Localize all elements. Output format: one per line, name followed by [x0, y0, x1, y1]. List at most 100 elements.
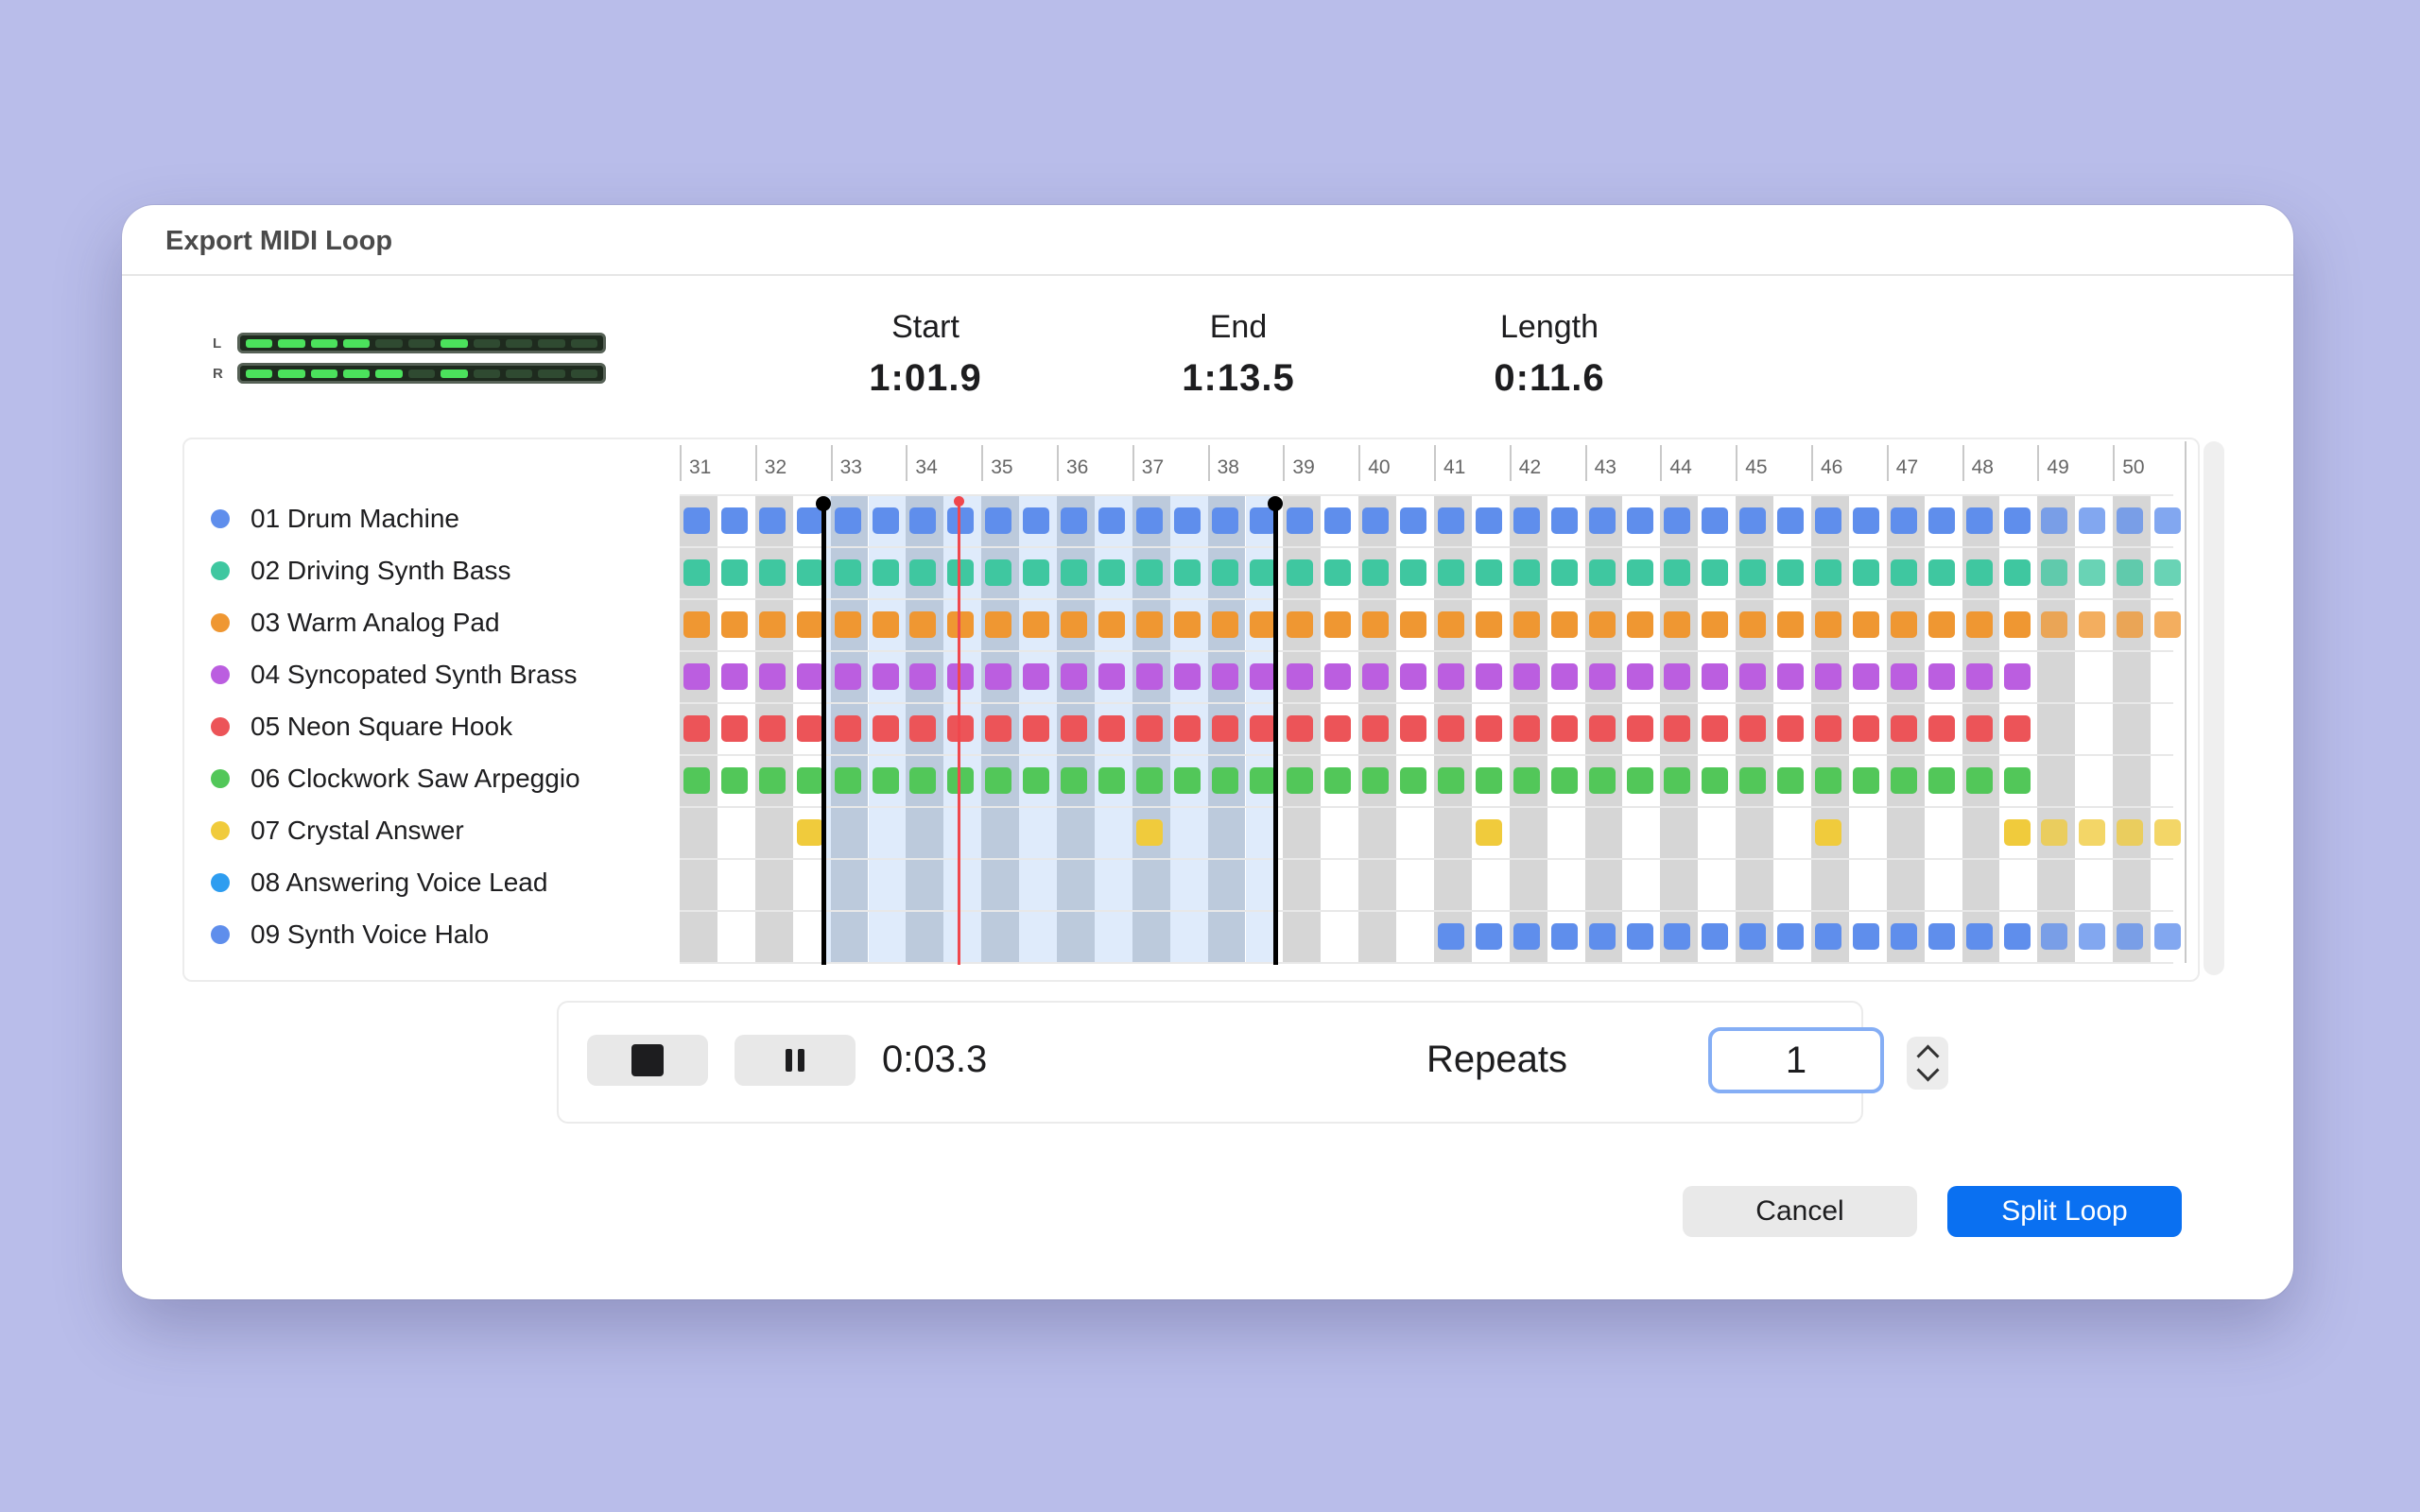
track-row[interactable]: 09 Synth Voice Halo [211, 908, 580, 960]
timeline-scrollbar[interactable] [2204, 441, 2224, 975]
row-separator [680, 546, 2173, 548]
note-block [947, 611, 975, 638]
repeats-input[interactable] [1708, 1027, 1884, 1093]
note-block [2117, 923, 2144, 950]
note-block [1664, 663, 1691, 690]
chevron-down-icon[interactable] [1915, 1058, 1940, 1082]
note-block [1287, 715, 1314, 742]
meter-segment [343, 369, 371, 378]
note-block [2041, 559, 2068, 586]
note-block [1023, 611, 1050, 638]
ruler-tick [1886, 445, 1889, 481]
note-block [2154, 507, 2182, 534]
ruler-tick [2185, 441, 2187, 963]
track-name: 08 Answering Voice Lead [251, 867, 548, 897]
note-block [1965, 715, 1993, 742]
note-block [1211, 715, 1238, 742]
meter-segment [278, 369, 305, 378]
note-block [1475, 611, 1502, 638]
ruler-tick [830, 445, 833, 481]
note-block [1475, 559, 1502, 586]
meter-segment [570, 338, 597, 348]
meter-segment [246, 369, 273, 378]
note-block [1098, 767, 1125, 794]
note-block [1965, 767, 1993, 794]
note-block [1475, 507, 1502, 534]
note-block [1512, 611, 1540, 638]
note-block [985, 767, 1012, 794]
note-block [985, 715, 1012, 742]
note-block [2154, 819, 2182, 846]
dialog-title: Export MIDI Loop [165, 226, 393, 256]
meter-segment [343, 338, 371, 348]
note-block [1852, 715, 1879, 742]
track-row[interactable]: 02 Driving Synth Bass [211, 544, 580, 596]
note-block [947, 767, 975, 794]
note-block [1173, 611, 1201, 638]
note-block [1400, 559, 1427, 586]
track-color-dot [211, 664, 230, 684]
track-row[interactable]: 05 Neon Square Hook [211, 700, 580, 752]
note-block [1626, 767, 1653, 794]
note-block [1890, 923, 1917, 950]
note-block [1815, 611, 1841, 638]
note-block [872, 611, 899, 638]
note-block [2079, 611, 2106, 638]
note-block [796, 507, 823, 534]
stop-button[interactable] [587, 1035, 708, 1086]
note-block [2079, 819, 2106, 846]
note-block [720, 767, 748, 794]
note-block [947, 559, 975, 586]
row-separator [680, 910, 2173, 912]
note-block [1852, 559, 1879, 586]
meter-right [237, 363, 606, 384]
track-row[interactable]: 07 Crystal Answer [211, 804, 580, 856]
repeats-label: Repeats [1426, 1039, 1567, 1080]
note-block [985, 663, 1012, 690]
note-block [1890, 611, 1917, 638]
timeline-grid[interactable]: 31 32 33 34 35 36 37 38 39 40 41 42 43 44 45 46 47 48 49 50 [680, 441, 2187, 965]
end-label: End [1209, 309, 1268, 345]
track-row[interactable]: 06 Clockwork Saw Arpeggio [211, 752, 580, 804]
note-block [1626, 923, 1653, 950]
note-block [1173, 507, 1201, 534]
note-block [1400, 507, 1427, 534]
note-block [1324, 767, 1352, 794]
track-row[interactable]: 08 Answering Voice Lead [211, 856, 580, 908]
note-block [1739, 559, 1767, 586]
ruler-tick [2037, 445, 2040, 481]
note-block [2117, 559, 2144, 586]
measure-number: 38 [1217, 456, 1239, 478]
note-block [1626, 507, 1653, 534]
note-block [2003, 611, 2031, 638]
note-block [2003, 559, 2031, 586]
note-block [1135, 715, 1163, 742]
note-block [1965, 611, 1993, 638]
track-row[interactable]: 01 Drum Machine [211, 492, 580, 544]
ruler-tick [1584, 445, 1587, 481]
note-block [1023, 663, 1050, 690]
note-block [909, 507, 937, 534]
pause-button[interactable] [735, 1035, 856, 1086]
note-block [1927, 611, 1955, 638]
note-block [1135, 663, 1163, 690]
note-block [1475, 819, 1502, 846]
measure-number: 36 [1066, 456, 1089, 478]
note-block [2154, 611, 2182, 638]
meter-segment [375, 338, 403, 348]
note-block [796, 819, 823, 846]
note-block [1777, 507, 1805, 534]
ruler-tick [680, 445, 682, 481]
note-block [796, 559, 823, 586]
repeats-stepper[interactable] [1907, 1037, 1948, 1090]
split-loop-button[interactable]: Split Loop [1947, 1186, 2182, 1237]
note-block [1588, 559, 1616, 586]
note-block [1173, 559, 1201, 586]
note-block [1438, 663, 1464, 690]
track-row[interactable]: 04 Syncopated Synth Brass [211, 648, 580, 700]
note-block [1890, 559, 1917, 586]
track-row[interactable]: 03 Warm Analog Pad [211, 596, 580, 648]
track-color-dot [211, 612, 230, 632]
note-block [1512, 559, 1540, 586]
cancel-button[interactable]: Cancel [1683, 1186, 1917, 1237]
